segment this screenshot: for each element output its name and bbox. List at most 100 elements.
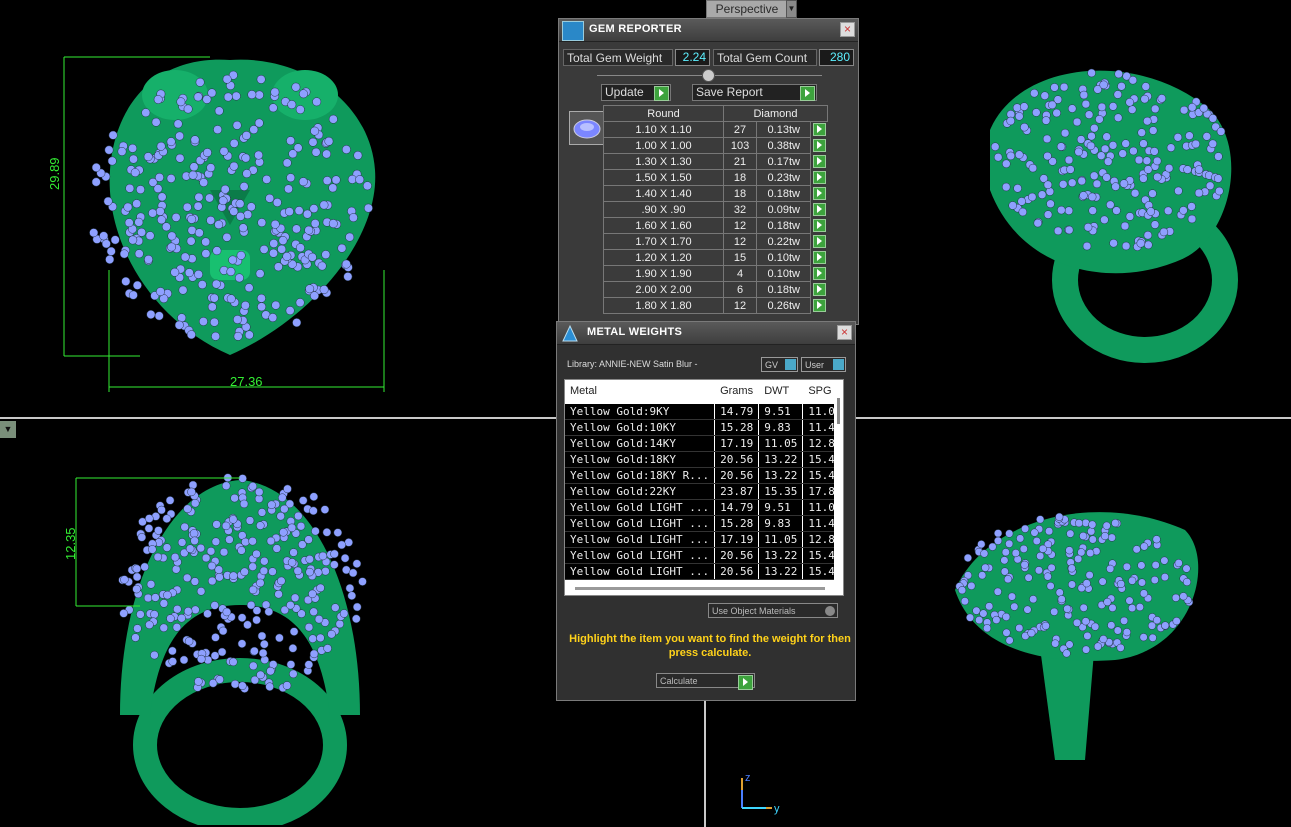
gem-weight: 0.13tw	[756, 121, 812, 138]
gem-row-select-button[interactable]	[811, 202, 828, 218]
column-header-dwt[interactable]: DWT	[758, 380, 804, 404]
gem-count: 12	[722, 217, 758, 234]
metal-dwt: 9.83	[758, 419, 804, 436]
gem-count: 103	[722, 137, 758, 154]
metal-name: Yellow Gold LIGHT ...	[565, 563, 716, 580]
vertical-scrollbar[interactable]	[834, 380, 843, 585]
gem-count: 15	[722, 249, 758, 266]
gem-table: Round Diamond 1.10 X 1.10 27 0.13tw 1.00 X …	[603, 105, 828, 314]
gem-row[interactable]: 1.10 X 1.10 27 0.13tw	[603, 121, 828, 138]
metal-name: Yellow Gold LIGHT ...	[565, 515, 716, 532]
gem-size: 1.90 X 1.90	[603, 265, 724, 282]
user-toggle[interactable]: User	[801, 357, 846, 372]
gem-reporter-icon	[562, 21, 584, 41]
metal-row[interactable]: Yellow Gold:14KY 17.19 11.05 12.88	[565, 435, 843, 452]
metal-row[interactable]: Yellow Gold:9KY 14.79 9.51 11.08	[565, 403, 843, 420]
gem-row[interactable]: 1.40 X 1.40 18 0.18tw	[603, 185, 828, 202]
metal-weights-titlebar[interactable]: METAL WEIGHTS ×	[557, 322, 855, 345]
metal-grams: 20.56	[714, 467, 760, 484]
gem-count: 12	[722, 233, 758, 250]
toggle-icon	[833, 359, 844, 370]
total-gem-weight-label: Total Gem Weight	[563, 49, 673, 66]
viewport-label-perspective[interactable]: Perspective	[706, 0, 788, 18]
user-label: User	[805, 360, 825, 370]
gem-size: 1.10 X 1.10	[603, 121, 724, 138]
close-icon[interactable]: ×	[837, 325, 852, 340]
gem-row[interactable]: 2.00 X 2.00 6 0.18tw	[603, 281, 828, 298]
play-icon	[812, 203, 826, 216]
gem-row-select-button[interactable]	[811, 250, 828, 266]
play-icon	[812, 267, 826, 280]
metal-dwt: 11.05	[758, 435, 804, 452]
column-header-grams[interactable]: Grams	[714, 380, 760, 404]
update-button[interactable]: Update	[601, 84, 671, 101]
save-report-button[interactable]: Save Report	[692, 84, 817, 101]
close-icon[interactable]: ×	[840, 22, 855, 37]
gem-row[interactable]: 1.30 X 1.30 21 0.17tw	[603, 153, 828, 170]
play-icon	[812, 171, 826, 184]
gem-row[interactable]: 1.70 X 1.70 12 0.22tw	[603, 233, 828, 250]
ring-perspective-model	[990, 68, 1238, 363]
calculate-button[interactable]: Calculate	[656, 673, 755, 690]
metal-row[interactable]: Yellow Gold:18KY R... 20.56 13.22 15.41	[565, 467, 843, 484]
gem-row-select-button[interactable]	[811, 266, 828, 282]
gem-row[interactable]: 1.00 X 1.00 103 0.38tw	[603, 137, 828, 154]
column-header-metal[interactable]: Metal	[565, 380, 716, 404]
slider-handle[interactable]	[702, 69, 715, 82]
metal-table[interactable]: Metal Grams DWT SPG Yellow Gold:9KY 14.79…	[564, 379, 844, 596]
metal-row[interactable]: Yellow Gold LIGHT ... 20.56 13.22 15.41	[565, 563, 843, 580]
metal-grams: 20.56	[714, 451, 760, 468]
play-icon	[654, 86, 669, 101]
gem-weight: 0.18tw	[756, 281, 812, 298]
gem-row-select-button[interactable]	[811, 282, 828, 298]
metal-row[interactable]: Yellow Gold LIGHT ... 17.19 11.05 12.88	[565, 531, 843, 548]
metal-grams: 23.87	[714, 483, 760, 500]
chevron-down-icon[interactable]: ▼	[786, 0, 797, 18]
gem-row[interactable]: 1.20 X 1.20 15 0.10tw	[603, 249, 828, 266]
gem-row-select-button[interactable]	[811, 170, 828, 186]
metal-row[interactable]: Yellow Gold:18KY 20.56 13.22 15.41	[565, 451, 843, 468]
gem-row[interactable]: 1.90 X 1.90 4 0.10tw	[603, 265, 828, 282]
radio-icon	[825, 606, 835, 616]
toggle-icon	[785, 359, 796, 370]
gem-shape-header: Round	[603, 105, 724, 122]
gem-reporter-titlebar[interactable]: GEM REPORTER ×	[559, 19, 858, 42]
gv-toggle[interactable]: GV	[761, 357, 798, 372]
metal-weights-title: METAL WEIGHTS	[587, 326, 683, 338]
gem-row-select-button[interactable]	[811, 298, 828, 314]
metal-row[interactable]: Yellow Gold LIGHT ... 15.28 9.83 11.45	[565, 515, 843, 532]
gem-row-select-button[interactable]	[811, 138, 828, 154]
metal-row[interactable]: Yellow Gold LIGHT ... 14.79 9.51 11.08	[565, 499, 843, 516]
horizontal-scrollbar[interactable]	[575, 587, 825, 590]
round-gem-icon[interactable]	[569, 111, 605, 145]
gem-row-select-button[interactable]	[811, 154, 828, 170]
gem-row[interactable]: .90 X .90 32 0.09tw	[603, 201, 828, 218]
metal-grams: 14.79	[714, 499, 760, 516]
gem-row-select-button[interactable]	[811, 186, 828, 202]
play-icon	[812, 299, 826, 312]
metal-weights-panel[interactable]: METAL WEIGHTS × Library: ANNIE-NEW Satin…	[556, 321, 856, 701]
gem-row-select-button[interactable]	[811, 218, 828, 234]
gem-size: 1.20 X 1.20	[603, 249, 724, 266]
gem-row[interactable]: 1.80 X 1.80 12 0.26tw	[603, 297, 828, 314]
metal-grams: 14.79	[714, 403, 760, 420]
use-object-materials-dropdown[interactable]: Use Object Materials	[708, 603, 838, 618]
gem-count: 27	[722, 121, 758, 138]
metal-row[interactable]: Yellow Gold:10KY 15.28 9.83 11.45	[565, 419, 843, 436]
gem-weight: 0.17tw	[756, 153, 812, 170]
dimension-height: 29.89	[47, 157, 62, 190]
metal-row[interactable]: Yellow Gold LIGHT ... 20.56 13.22 15.41	[565, 547, 843, 564]
viewport-menu-icon[interactable]: ▼	[0, 421, 16, 438]
gem-row[interactable]: 1.60 X 1.60 12 0.18tw	[603, 217, 828, 234]
metal-dwt: 13.22	[758, 547, 804, 564]
gem-size: 1.50 X 1.50	[603, 169, 724, 186]
gem-reporter-panel[interactable]: GEM REPORTER × Total Gem Weight 2.24 Tot…	[558, 18, 859, 325]
gem-row[interactable]: 1.50 X 1.50 18 0.23tw	[603, 169, 828, 186]
scrollbar-thumb[interactable]	[837, 398, 840, 424]
gem-size: 1.40 X 1.40	[603, 185, 724, 202]
gem-row-select-button[interactable]	[811, 122, 828, 138]
metal-dwt: 13.22	[758, 451, 804, 468]
gem-row-select-button[interactable]	[811, 234, 828, 250]
metal-row[interactable]: Yellow Gold:22KY 23.87 15.35 17.89	[565, 483, 843, 500]
metal-dwt: 9.83	[758, 515, 804, 532]
